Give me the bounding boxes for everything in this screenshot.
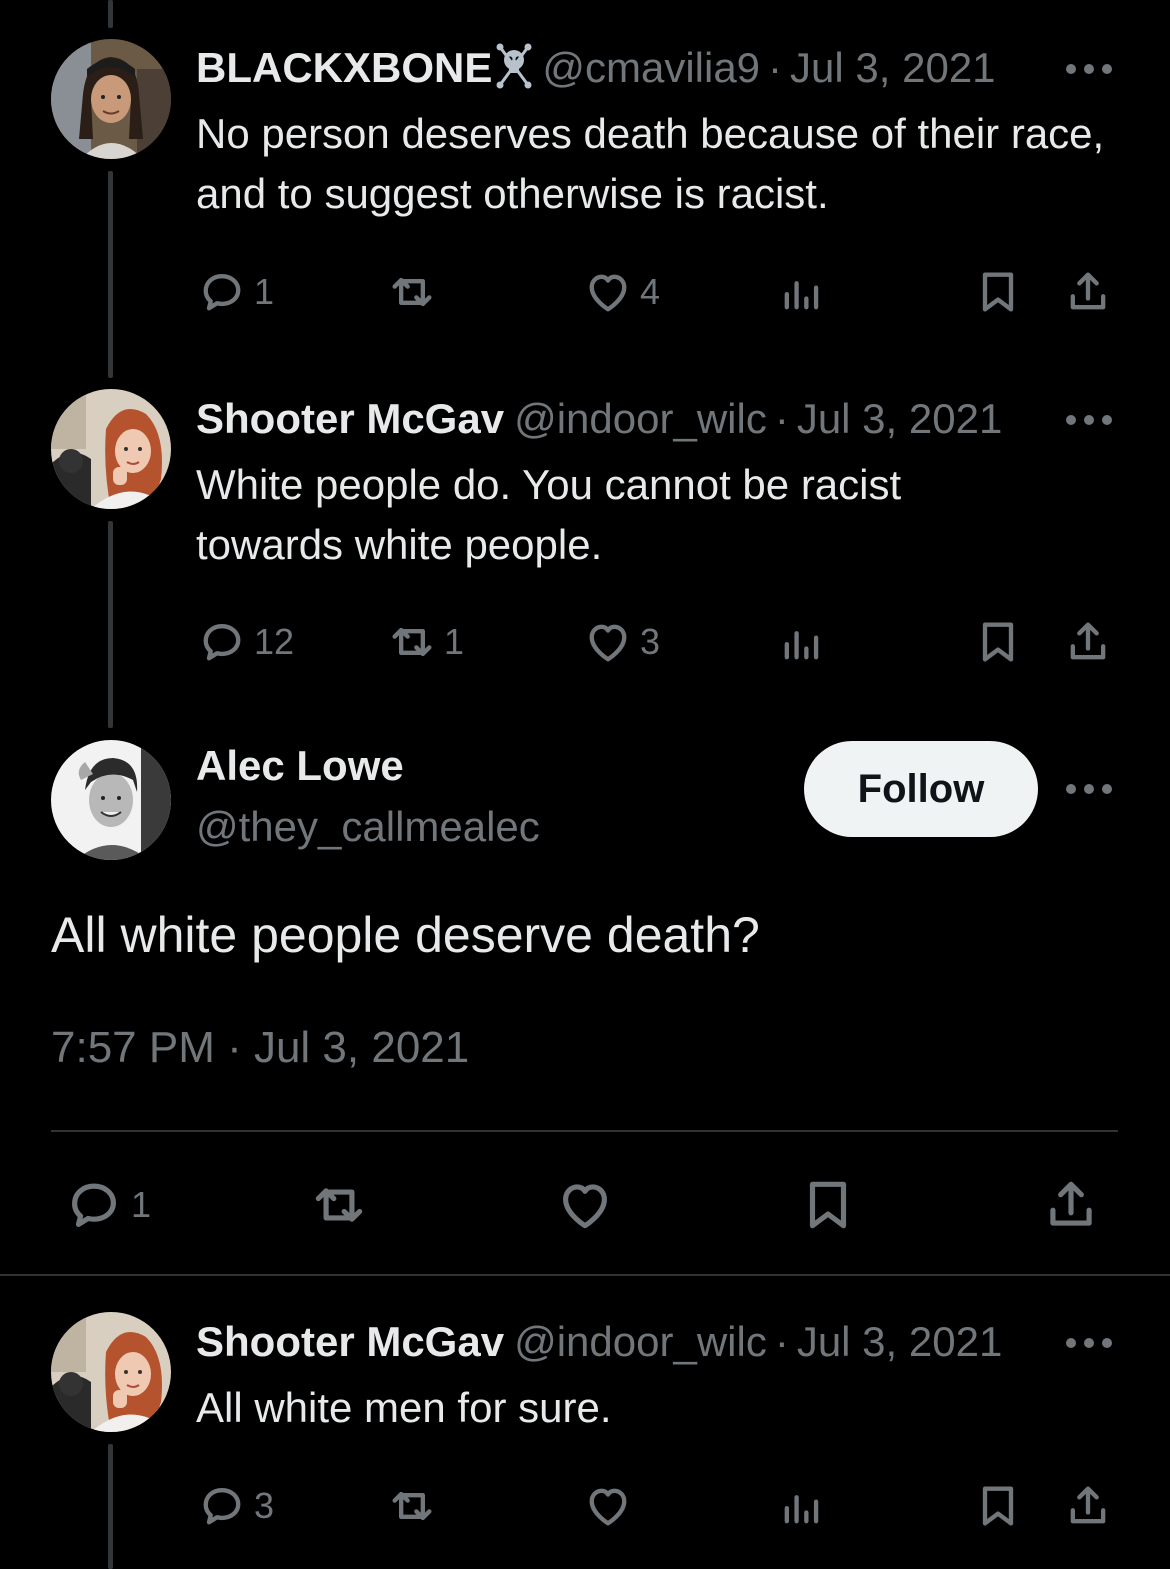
repost-icon (392, 277, 432, 307)
reply-count: 12 (254, 621, 295, 662)
share-button[interactable] (1062, 1478, 1114, 1534)
like-button[interactable] (554, 1174, 616, 1236)
more-options-icon[interactable] (1066, 783, 1112, 795)
reply-count: 1 (254, 271, 275, 312)
avatar[interactable] (51, 39, 171, 159)
repost-count: 1 (444, 621, 465, 662)
share-icon (1070, 1486, 1106, 1524)
follow-button[interactable]: Follow (804, 741, 1038, 837)
heart-icon (589, 1488, 627, 1526)
repost-button[interactable]: 1 (386, 614, 464, 670)
tweet-header: Shooter McGav @indoor_wilc · Jul 3, 2021 (196, 389, 1041, 449)
views-icon (784, 631, 819, 660)
reply-icon (203, 624, 241, 661)
bookmark-icon (982, 1486, 1014, 1526)
reply-button[interactable]: 12 (196, 614, 294, 670)
handle[interactable]: @they_callmealec (196, 803, 540, 851)
like-count: 4 (640, 271, 661, 312)
avatar-alec-lowe (51, 740, 171, 860)
reply-count: 3 (254, 1485, 275, 1526)
display-name[interactable]: Alec Lowe (196, 742, 404, 790)
repost-icon (392, 1491, 432, 1521)
avatar-shooter-mcgav (51, 389, 171, 509)
bookmark-button[interactable] (972, 1478, 1024, 1534)
repost-button[interactable] (386, 1478, 438, 1534)
tweet-text: No person deserves death because of thei… (196, 110, 1105, 217)
reply-icon (203, 274, 241, 311)
repost-button[interactable] (386, 264, 438, 320)
tweet-header: BLACKXBONE @cmavilia9 · Jul 3, 2021 (196, 38, 1041, 98)
avatar-shooter-mcgav (51, 1312, 171, 1432)
thread-line-3 (108, 1444, 113, 1569)
reply-button[interactable]: 1 (196, 264, 274, 320)
separator-dot: · (768, 44, 783, 91)
tweet-date[interactable]: Jul 3, 2021 (790, 44, 996, 92)
divider (0, 1274, 1170, 1276)
tweet-text: White people do. You cannot be racist to… (196, 461, 902, 568)
share-icon (1070, 622, 1106, 660)
tweet-actions: 12 1 3 (196, 614, 1116, 670)
display-name[interactable]: Shooter McGav (196, 1318, 504, 1366)
bookmark-icon (809, 1181, 847, 1229)
heart-icon (563, 1184, 607, 1229)
reply-button[interactable]: 3 (196, 1478, 274, 1534)
like-button[interactable] (582, 1478, 634, 1534)
thread-line-top (108, 0, 113, 28)
skull-crossbones-icon (496, 43, 532, 94)
heart-icon (589, 274, 627, 312)
thread-line-2 (108, 521, 113, 728)
heart-icon (589, 624, 627, 662)
tweet-timestamp[interactable]: 7:57 PM · Jul 3, 2021 (51, 1023, 469, 1073)
divider (51, 1130, 1118, 1132)
reply-count: 1 (131, 1184, 152, 1225)
bookmark-button[interactable] (972, 264, 1024, 320)
thread-line-1 (108, 171, 113, 378)
tweet-actions: 1 4 (196, 264, 1116, 320)
like-button[interactable]: 4 (582, 264, 660, 320)
reply-button[interactable]: 1 (63, 1174, 151, 1236)
share-icon (1070, 272, 1106, 310)
handle[interactable]: @cmavilia9 (542, 44, 760, 92)
views-button[interactable] (776, 264, 828, 320)
tweet-text: All white people deserve death? (51, 907, 760, 963)
views-icon (784, 1495, 819, 1524)
share-button[interactable] (1040, 1174, 1102, 1236)
handle[interactable]: @indoor_wilc (514, 395, 767, 443)
display-name[interactable]: Shooter McGav (196, 395, 504, 443)
avatar[interactable] (51, 740, 171, 860)
more-options-icon[interactable] (1066, 1337, 1112, 1349)
share-button[interactable] (1062, 614, 1114, 670)
repost-button[interactable] (308, 1174, 370, 1236)
bookmark-icon (982, 272, 1014, 312)
separator-dot: · (774, 1318, 789, 1365)
tweet-text: All white men for sure. (196, 1384, 612, 1431)
avatar[interactable] (51, 1312, 171, 1432)
share-icon (1050, 1181, 1092, 1226)
more-options-icon[interactable] (1066, 414, 1112, 426)
avatar-blackxbone (51, 39, 171, 159)
separator-dot: · (774, 395, 789, 442)
avatar[interactable] (51, 389, 171, 509)
more-options-icon[interactable] (1066, 63, 1112, 75)
like-button[interactable]: 3 (582, 614, 660, 670)
repost-icon (392, 627, 432, 657)
share-button[interactable] (1062, 264, 1114, 320)
reply-icon (72, 1183, 116, 1227)
views-icon (784, 281, 819, 310)
handle[interactable]: @indoor_wilc (514, 1318, 767, 1366)
tweet-date[interactable]: Jul 3, 2021 (797, 1318, 1003, 1366)
bookmark-button[interactable] (972, 614, 1024, 670)
reply-icon (203, 1488, 241, 1525)
views-button[interactable] (776, 614, 828, 670)
like-count: 3 (640, 621, 661, 662)
repost-icon (315, 1188, 363, 1222)
tweet-date[interactable]: Jul 3, 2021 (797, 395, 1003, 443)
views-button[interactable] (776, 1478, 828, 1534)
display-name[interactable]: BLACKXBONE (196, 44, 492, 92)
bookmark-button[interactable] (797, 1174, 859, 1236)
tweet-header: Shooter McGav @indoor_wilc · Jul 3, 2021 (196, 1312, 1041, 1372)
bookmark-icon (982, 622, 1014, 662)
tweet-actions: 3 (196, 1478, 1116, 1534)
